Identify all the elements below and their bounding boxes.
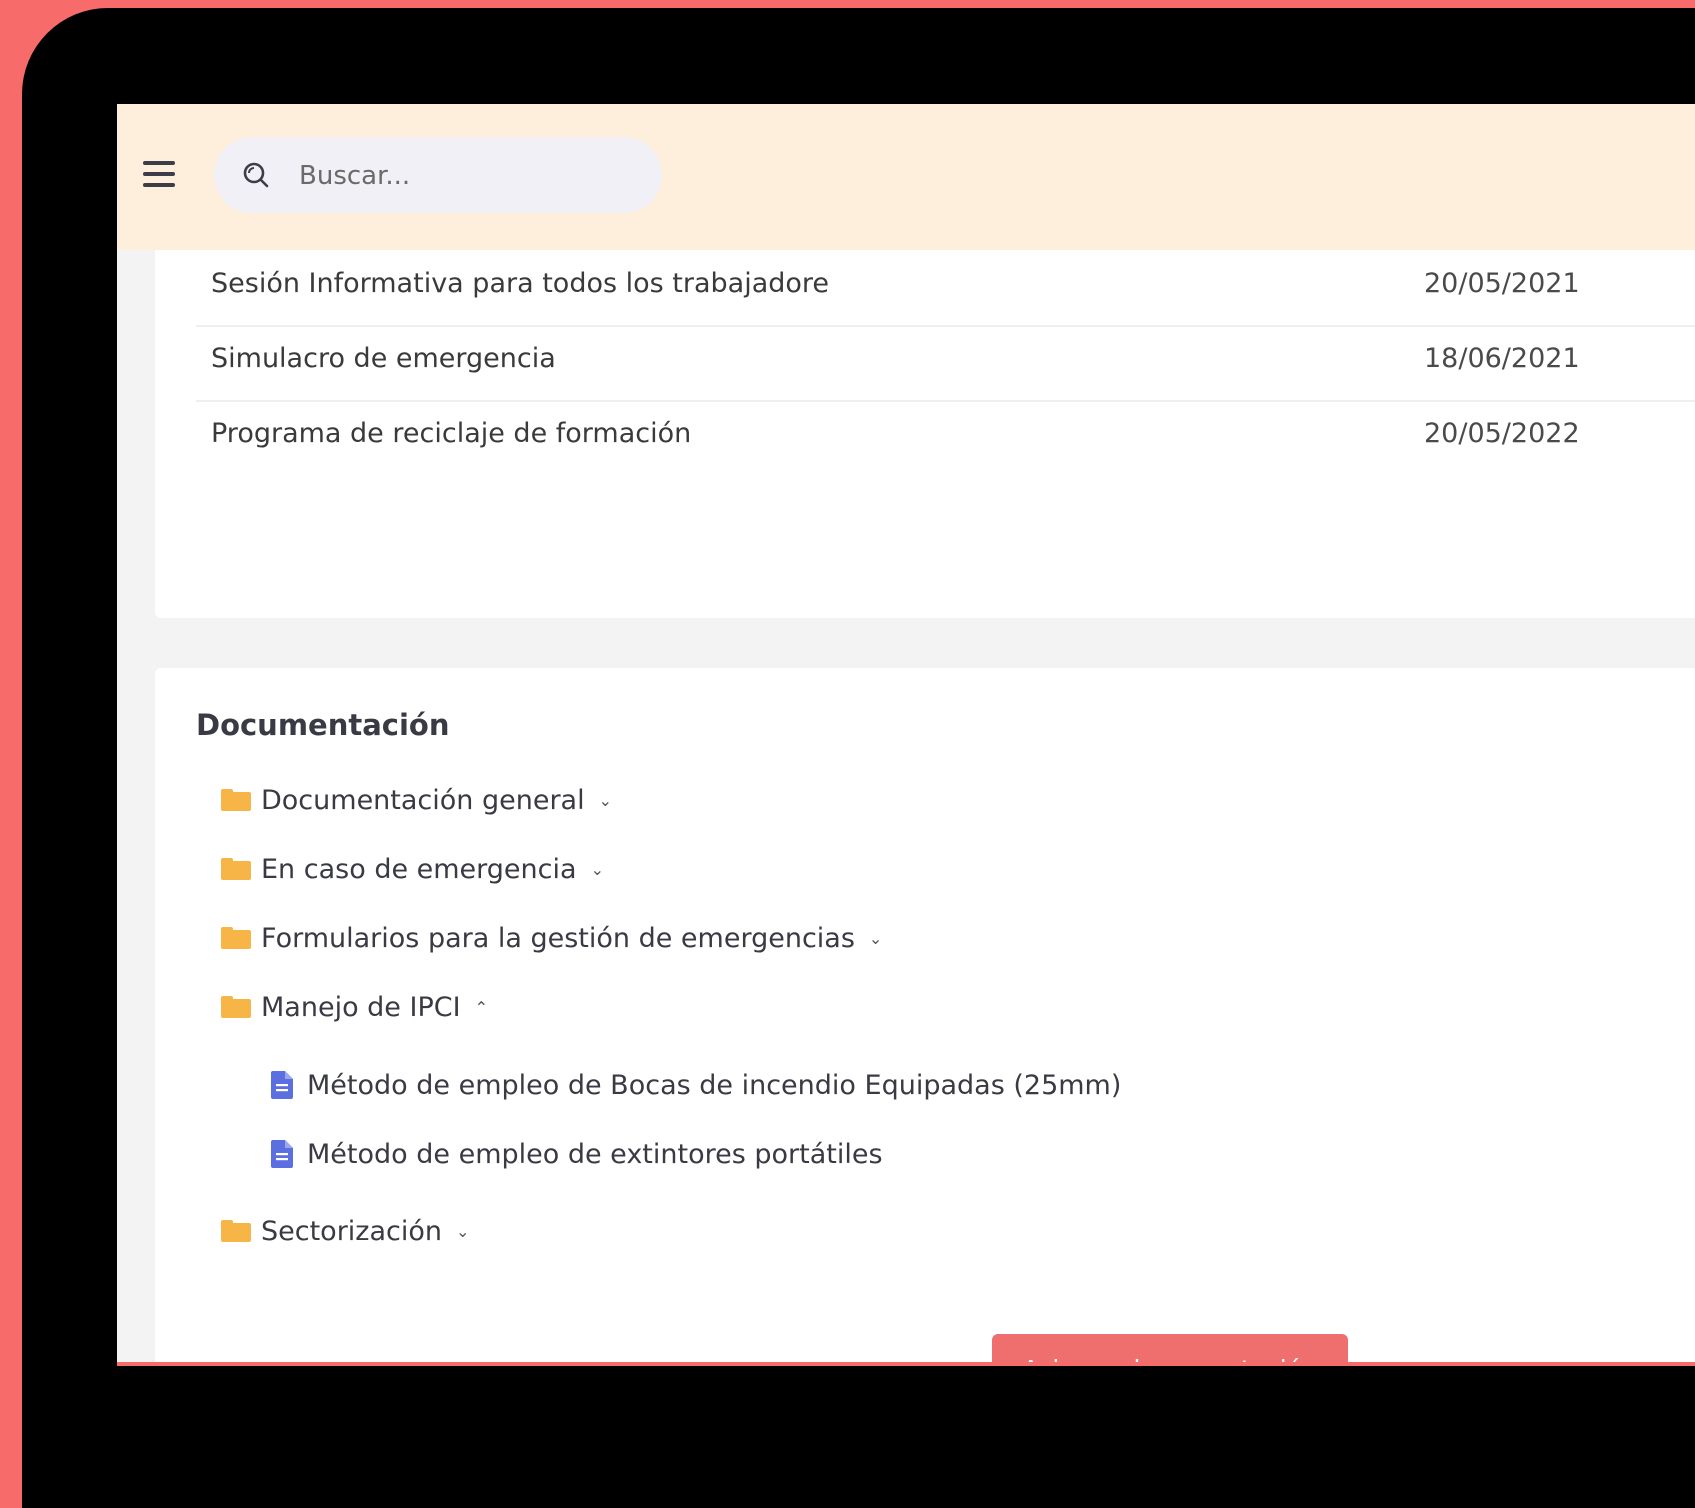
folder-icon — [221, 996, 251, 1018]
training-name: Simulacro de emergencia — [211, 343, 556, 374]
training-name: Sesión Informativa para todos los trabaj… — [211, 268, 830, 299]
training-name: Programa de reciclaje de formación — [211, 418, 692, 449]
file-document-icon — [271, 1140, 293, 1168]
table-row[interactable]: Sesión Informativa para todos los trabaj… — [196, 250, 1695, 327]
file-document-icon — [271, 1071, 293, 1099]
training-date: 20/05/2021 — [1424, 268, 1580, 299]
chevron-down-icon[interactable]: ⌄ — [456, 1222, 469, 1241]
trainings-card: Sesión Informativa para todos los trabaj… — [155, 250, 1695, 618]
folder-item[interactable]: Documentación general ⌄ — [221, 778, 612, 822]
folder-icon — [221, 789, 251, 811]
folder-label: Formularios para la gestión de emergenci… — [261, 922, 855, 954]
device-frame: Sesión Informativa para todos los trabaj… — [22, 8, 1695, 1508]
chevron-down-icon[interactable]: ⌄ — [869, 929, 882, 948]
folder-item[interactable]: En caso de emergencia ⌄ — [221, 847, 604, 891]
file-item[interactable]: Método de empleo de extintores portátile… — [271, 1132, 883, 1176]
training-date: 20/05/2022 — [1424, 418, 1580, 449]
folder-icon — [221, 927, 251, 949]
folder-item[interactable]: Formularios para la gestión de emergenci… — [221, 916, 882, 960]
search-box[interactable] — [214, 137, 662, 213]
folder-label: En caso de emergencia — [261, 853, 577, 885]
chevron-down-icon[interactable]: ⌄ — [599, 791, 612, 810]
folder-icon — [221, 1220, 251, 1242]
folder-item[interactable]: Manejo de IPCI ⌃ — [221, 985, 488, 1029]
section-title: Documentación — [196, 708, 450, 742]
folder-icon — [221, 858, 251, 880]
top-bar — [117, 104, 1695, 250]
chevron-down-icon[interactable]: ⌄ — [591, 860, 604, 879]
folder-item[interactable]: Sectorización ⌄ — [221, 1209, 469, 1253]
training-date: 18/06/2021 — [1424, 343, 1580, 374]
search-icon — [243, 162, 269, 188]
file-label: Método de empleo de extintores portátile… — [307, 1138, 883, 1170]
file-label: Método de empleo de Bocas de incendio Eq… — [307, 1069, 1122, 1101]
hamburger-menu-icon[interactable] — [143, 161, 175, 191]
folder-label: Documentación general — [261, 784, 585, 816]
bottom-accent-line — [117, 1362, 1695, 1366]
folder-label: Sectorización — [261, 1215, 442, 1247]
table-row[interactable]: Programa de reciclaje de formación 20/05… — [196, 400, 1695, 475]
search-input[interactable] — [297, 151, 641, 201]
folder-label: Manejo de IPCI — [261, 991, 461, 1023]
table-row[interactable]: Simulacro de emergencia 18/06/2021 — [196, 325, 1695, 402]
chevron-up-icon[interactable]: ⌃ — [475, 998, 488, 1017]
documentation-card: Documentación Documentación general ⌄ En… — [155, 668, 1695, 1366]
app-screen: Sesión Informativa para todos los trabaj… — [117, 104, 1695, 1366]
file-item[interactable]: Método de empleo de Bocas de incendio Eq… — [271, 1063, 1121, 1107]
